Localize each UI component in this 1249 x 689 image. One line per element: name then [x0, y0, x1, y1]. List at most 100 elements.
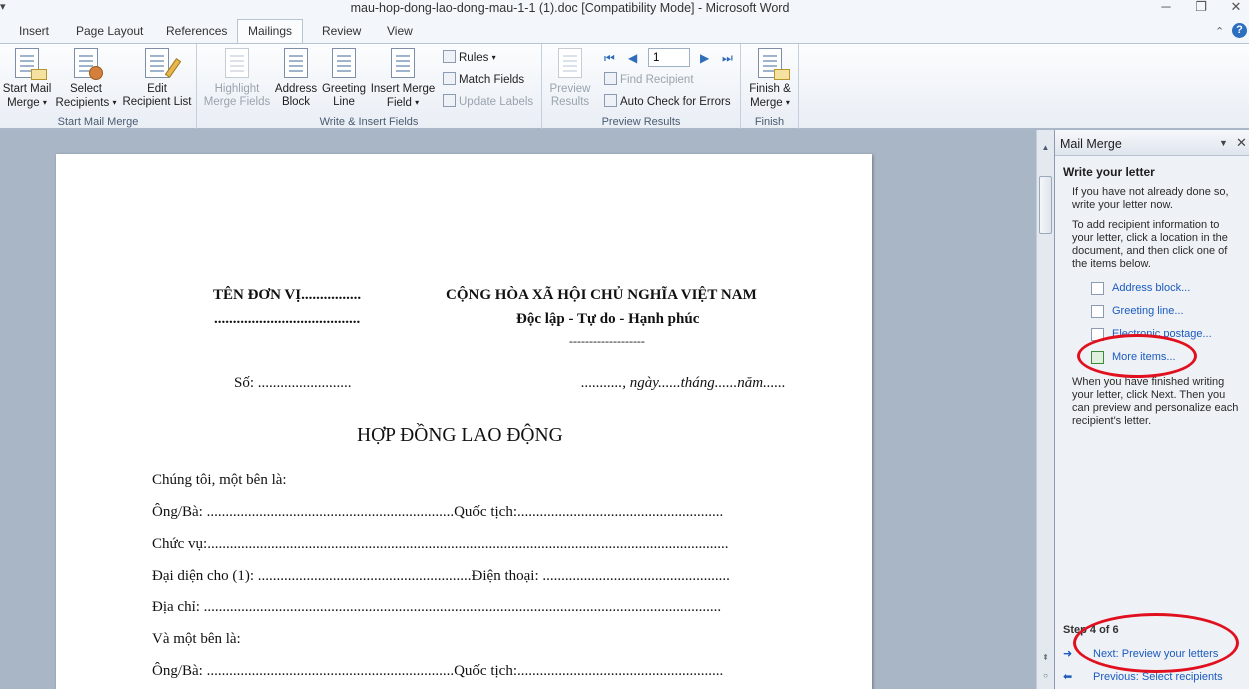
task-pane-title: Mail Merge: [1060, 137, 1122, 151]
preview-results-icon: [555, 48, 585, 80]
group-write-insert-fields: Highlight Merge Fields Address Block Gre…: [197, 44, 542, 129]
vertical-scrollbar[interactable]: ▲ ⇞ ○: [1036, 130, 1054, 689]
task-pane-close-icon[interactable]: ✕: [1236, 135, 1247, 151]
instruction-finish: When you have finished writing your lett…: [1072, 376, 1239, 427]
next-arrow-icon: ➜: [1063, 648, 1073, 660]
update-labels-icon: [443, 94, 456, 107]
scroll-up-icon[interactable]: ▲: [1039, 142, 1052, 154]
close-window-button[interactable]: ✕: [1225, 0, 1247, 16]
tab-references[interactable]: References: [166, 24, 227, 38]
minimize-ribbon-icon[interactable]: ⌃: [1215, 25, 1224, 38]
previous-record-icon[interactable]: ◀: [628, 51, 637, 65]
previous-arrow-icon: ⬅: [1063, 671, 1073, 683]
edit-recipient-list-button[interactable]: Edit Recipient List: [121, 48, 193, 109]
find-recipient-button[interactable]: Find Recipient: [604, 72, 694, 87]
link-previous-select[interactable]: Previous: Select recipients: [1093, 671, 1223, 683]
restore-button[interactable]: ❐: [1190, 0, 1212, 16]
window-title: mau-hop-dong-lao-dong-mau-1-1 (1).doc [C…: [350, 1, 790, 15]
section-title: Write your letter: [1063, 165, 1155, 179]
group-label-preview: Preview Results: [601, 116, 681, 128]
record-number-input[interactable]: [648, 48, 690, 67]
group-start-mail-merge: Start Mail Merge ▾ Select Recipients ▾ E…: [0, 44, 197, 129]
insert-merge-field-icon: [388, 48, 418, 80]
mail-merge-task-pane: Mail Merge ▼ ✕ Write your letter If you …: [1054, 130, 1249, 689]
start-mail-merge-button[interactable]: Start Mail Merge ▾: [2, 48, 52, 110]
browse-object-icon[interactable]: ○: [1039, 670, 1052, 682]
body-line-1: Chúng tôi, một bên là:: [152, 472, 287, 488]
body-line-3: Chức vụ:................................…: [152, 536, 729, 552]
task-pane-finish-text: When you have finished writing your lett…: [1063, 376, 1241, 435]
address-block-icon: [281, 48, 311, 80]
republic-heading: CỘNG HÒA XÃ HỘI CHỦ NGHĨA VIỆT NAM: [446, 287, 757, 303]
org-name: TÊN ĐƠN VỊ................: [213, 287, 362, 303]
task-pane-header: Mail Merge ▼ ✕: [1055, 130, 1249, 156]
link-greeting-line[interactable]: Greeting line...: [1112, 305, 1184, 317]
first-record-icon[interactable]: ⏮: [604, 51, 615, 66]
next-record-icon[interactable]: ▶: [700, 51, 709, 65]
group-finish: Finish & Merge ▾ Finish: [741, 44, 799, 129]
motto-rule: -------------------: [569, 334, 645, 348]
highlight-merge-fields-icon: [222, 48, 252, 80]
electronic-postage-icon: [1091, 328, 1104, 341]
previous-page-icon[interactable]: ⇞: [1039, 652, 1052, 664]
document-number: Số: .........................: [234, 375, 352, 391]
select-recipients-button[interactable]: Select Recipients ▾: [55, 48, 117, 110]
step-indicator: Step 4 of 6: [1063, 624, 1119, 636]
body-line-4: Đại diện cho (1): ......................…: [152, 568, 730, 584]
title-bar: ▾ mau-hop-dong-lao-dong-mau-1-1 (1).doc …: [0, 0, 1249, 18]
insert-merge-field-button[interactable]: Insert Merge Field ▾: [369, 48, 437, 110]
tab-insert[interactable]: Insert: [19, 24, 49, 38]
document-date: ..........., ngày......tháng......năm...…: [581, 375, 786, 391]
tab-review[interactable]: Review: [322, 24, 361, 38]
match-fields-button[interactable]: Match Fields: [443, 72, 524, 87]
org-dots: .......................................: [214, 311, 361, 327]
select-recipients-icon: [71, 48, 103, 80]
body-line-5: Địa chỉ: ...............................…: [152, 599, 722, 615]
link-next-preview[interactable]: Next: Preview your letters: [1093, 648, 1218, 660]
help-icon[interactable]: ?: [1232, 23, 1247, 38]
document-area[interactable]: TÊN ĐƠN VỊ................ .............…: [0, 130, 1036, 689]
tab-page-layout[interactable]: Page Layout: [76, 24, 143, 38]
link-electronic-postage[interactable]: Electronic postage...: [1112, 328, 1212, 340]
greeting-line-icon: [329, 48, 359, 80]
greeting-line-icon: [1091, 305, 1104, 318]
rules-icon: [443, 50, 456, 63]
rules-button[interactable]: Rules ▾: [443, 50, 496, 65]
tab-mailings[interactable]: Mailings: [237, 19, 304, 45]
link-address-block[interactable]: Address block...: [1112, 282, 1190, 294]
group-label-start-mail-merge: Start Mail Merge: [57, 116, 139, 128]
finish-merge-icon: [755, 48, 790, 80]
update-labels-button[interactable]: Update Labels: [443, 94, 533, 109]
ribbon-tabs: Insert Page Layout References Mailings R…: [0, 18, 1249, 45]
group-label-write-insert: Write & Insert Fields: [319, 116, 419, 128]
group-label-finish: Finish: [754, 116, 785, 128]
more-items-icon: [1091, 351, 1104, 364]
auto-check-errors-button[interactable]: Auto Check for Errors: [604, 94, 731, 109]
ribbon: Start Mail Merge ▾ Select Recipients ▾ E…: [0, 43, 1249, 129]
start-mail-merge-icon: [12, 48, 47, 80]
match-fields-icon: [443, 72, 456, 85]
address-block-button[interactable]: Address Block: [273, 48, 319, 109]
document-page[interactable]: TÊN ĐƠN VỊ................ .............…: [56, 154, 872, 689]
scroll-thumb[interactable]: [1039, 176, 1052, 234]
body-line-7: Ông/Bà: ................................…: [152, 663, 724, 679]
tab-view[interactable]: View: [387, 24, 413, 38]
address-block-icon: [1091, 282, 1104, 295]
highlight-merge-fields-button[interactable]: Highlight Merge Fields: [201, 48, 273, 109]
minimize-button[interactable]: ─: [1155, 0, 1177, 16]
find-recipient-icon: [604, 72, 617, 85]
contract-heading: HỢP ĐỒNG LAO ĐỘNG: [357, 425, 563, 446]
finish-merge-button[interactable]: Finish & Merge ▾: [745, 48, 795, 110]
body-line-6: Và một bên là:: [152, 631, 241, 647]
edit-recipient-list-icon: [142, 48, 182, 80]
link-more-items[interactable]: More items...: [1112, 351, 1176, 363]
auto-check-icon: [604, 94, 617, 107]
instruction-add-recipient: To add recipient information to your let…: [1072, 219, 1228, 270]
preview-results-button[interactable]: Preview Results: [546, 48, 594, 109]
instruction-write: If you have not already done so, write y…: [1072, 186, 1229, 211]
last-record-icon[interactable]: ⏭: [722, 51, 733, 66]
greeting-line-button[interactable]: Greeting Line: [319, 48, 369, 109]
task-pane-dropdown-icon[interactable]: ▼: [1219, 138, 1228, 148]
task-pane-body: Write your letter If you have not alread…: [1063, 166, 1241, 278]
body-line-2: Ông/Bà: ................................…: [152, 504, 724, 520]
